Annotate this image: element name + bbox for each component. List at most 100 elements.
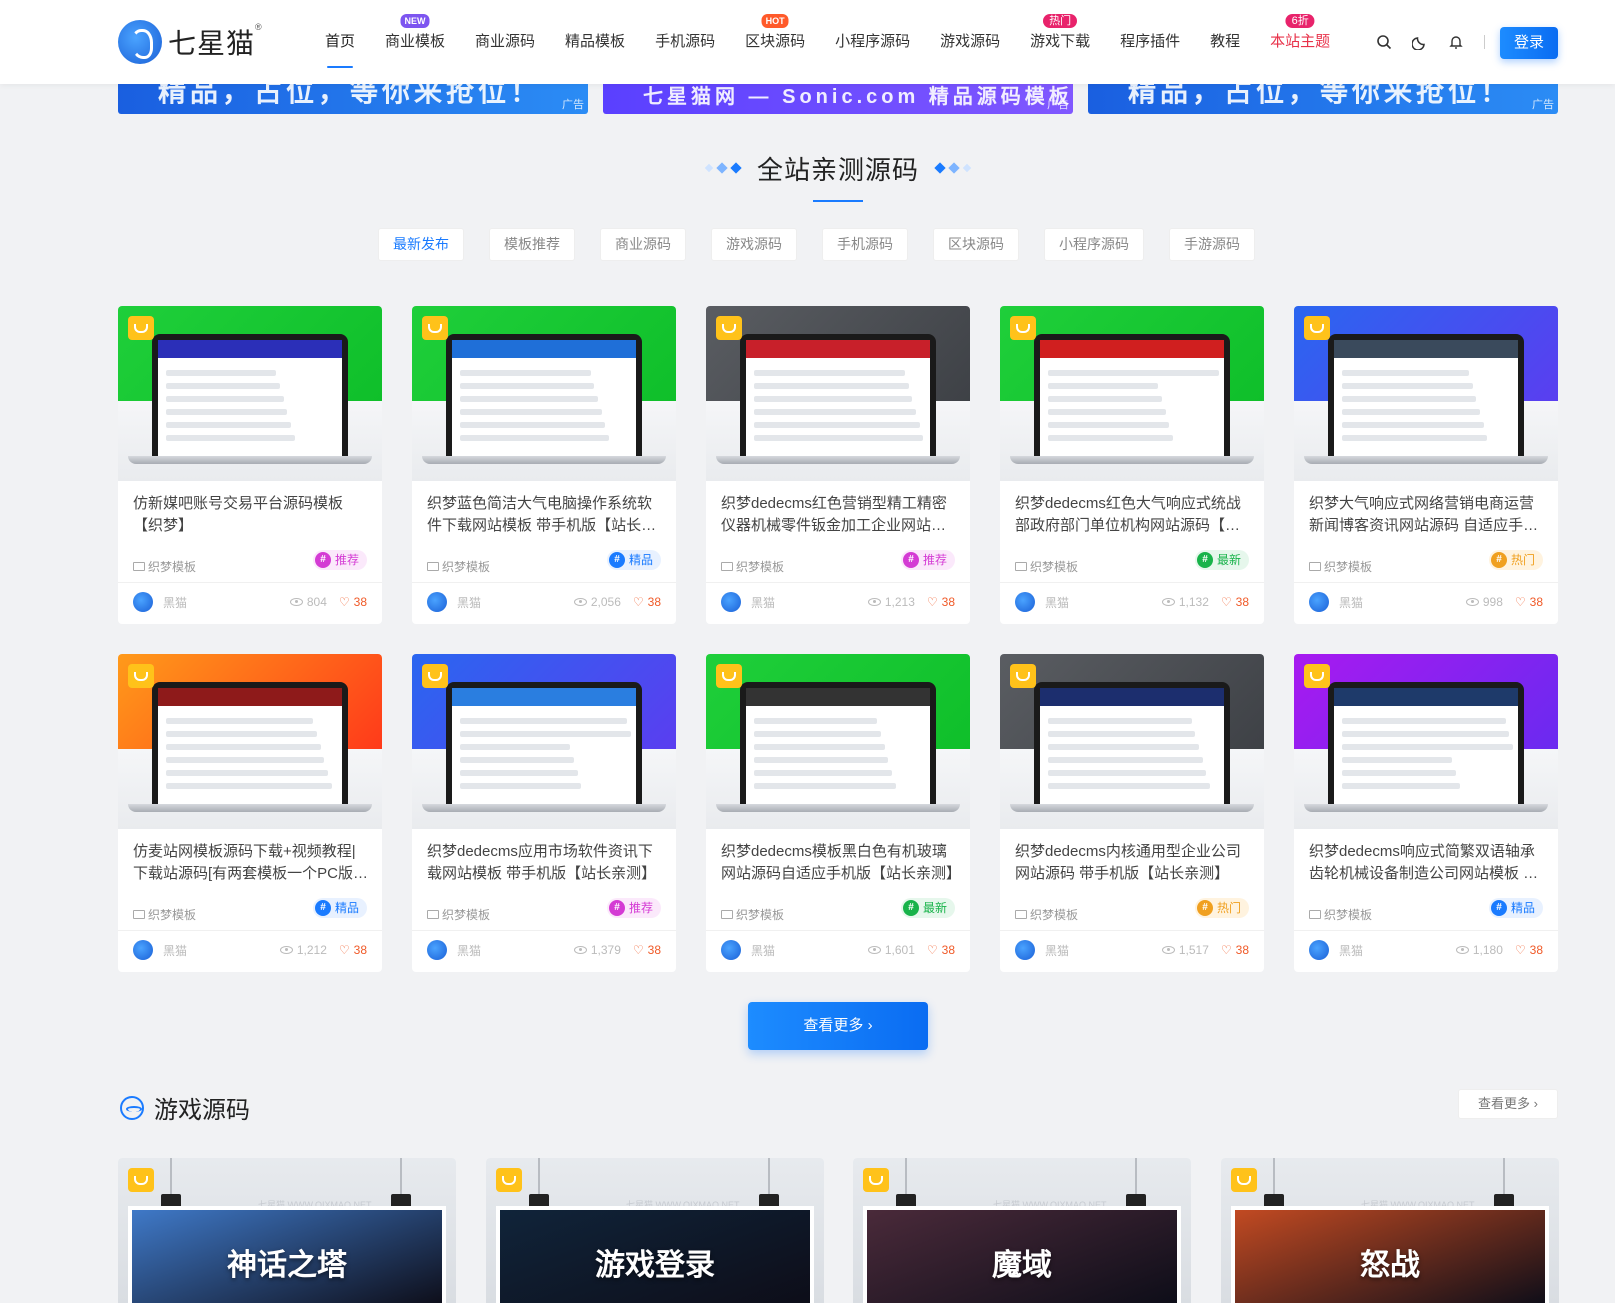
author-avatar[interactable]	[721, 940, 741, 960]
card-category[interactable]: 织梦模板	[721, 906, 784, 923]
resource-card[interactable]: 织梦dedecms红色营销型精工精密仪器机械零件钣金加工企业网站模板织梦模板 #推…	[706, 306, 970, 624]
card-title[interactable]: 仿麦站网模板源码下载+视频教程|下载站源码[有两套模板一个PC版一个手机版]	[133, 841, 369, 885]
login-button[interactable]: 登录	[1500, 27, 1558, 59]
card-thumbnail[interactable]	[412, 654, 676, 829]
card-thumbnail[interactable]	[1294, 654, 1558, 829]
card-tag[interactable]: # 推荐	[900, 550, 955, 570]
card-category[interactable]: 织梦模板	[427, 558, 490, 575]
author-name[interactable]: 黑猫	[1045, 594, 1162, 611]
card-tag[interactable]: # 精品	[1488, 898, 1543, 918]
filter-tab-5[interactable]: 区块源码	[933, 228, 1019, 261]
like-count[interactable]: ♡ 38	[1515, 943, 1543, 957]
nav-item-10[interactable]: 教程	[1210, 0, 1240, 84]
card-category[interactable]: 织梦模板	[721, 558, 784, 575]
filter-tab-4[interactable]: 手机源码	[822, 228, 908, 261]
like-count[interactable]: ♡ 38	[1221, 943, 1249, 957]
like-count[interactable]: ♡ 38	[1221, 595, 1249, 609]
card-category[interactable]: 织梦模板	[427, 906, 490, 923]
filter-tab-6[interactable]: 小程序源码	[1044, 228, 1144, 261]
card-title[interactable]: 织梦dedecms红色大气响应式统战部政府部门单位机构网站源码【站长亲测】	[1015, 493, 1251, 537]
game-card[interactable]: 七星猫 WWW.QIXMAO.NET 神话之塔	[118, 1158, 456, 1303]
author-avatar[interactable]	[1309, 940, 1329, 960]
author-name[interactable]: 黑猫	[457, 942, 574, 959]
card-category[interactable]: 织梦模板	[133, 906, 196, 923]
like-count[interactable]: ♡ 38	[927, 595, 955, 609]
card-category[interactable]: 织梦模板	[1309, 558, 1372, 575]
card-category[interactable]: 织梦模板	[1015, 906, 1078, 923]
game-poster[interactable]: 神话之塔	[128, 1206, 446, 1303]
nav-item-2[interactable]: 商业源码	[475, 0, 535, 84]
filter-tab-2[interactable]: 商业源码	[600, 228, 686, 261]
like-count[interactable]: ♡ 38	[633, 595, 661, 609]
card-title[interactable]: 织梦dedecms内核通用型企业公司网站源码 带手机版【站长亲测】	[1015, 841, 1251, 885]
resource-card[interactable]: 织梦蓝色简洁大气电脑操作系统软件下载网站模板 带手机版【站长亲测】织梦模板 #精品…	[412, 306, 676, 624]
resource-card[interactable]: 仿新媒吧账号交易平台源码模板【织梦】 织梦模板 # 推荐 黑猫 804 ♡ 38	[118, 306, 382, 624]
nav-item-1[interactable]: 商业模板 NEW	[385, 0, 445, 84]
nav-item-6[interactable]: 小程序源码	[835, 0, 910, 84]
resource-card[interactable]: 织梦dedecms响应式简繁双语轴承齿轮机械设备制造公司网站模板 自适应手机版织…	[1294, 654, 1558, 972]
card-thumbnail[interactable]	[118, 306, 382, 481]
like-count[interactable]: ♡ 38	[1515, 595, 1543, 609]
nav-item-8[interactable]: 游戏下载 热门	[1030, 0, 1090, 84]
load-more-button[interactable]: 查看更多 ›	[748, 1002, 928, 1050]
ad-banner-1[interactable]: 精品，占位，等你来抢位！ 广告	[118, 84, 588, 114]
author-avatar[interactable]	[133, 940, 153, 960]
card-tag[interactable]: # 推荐	[606, 898, 661, 918]
author-avatar[interactable]	[427, 940, 447, 960]
filter-tab-0[interactable]: 最新发布	[378, 228, 464, 261]
card-tag[interactable]: # 推荐	[312, 550, 367, 570]
like-count[interactable]: ♡ 38	[339, 943, 367, 957]
card-tag[interactable]: # 最新	[900, 898, 955, 918]
card-thumbnail[interactable]	[412, 306, 676, 481]
card-title[interactable]: 织梦dedecms红色营销型精工精密仪器机械零件钣金加工企业网站模板	[721, 493, 957, 537]
author-name[interactable]: 黑猫	[1339, 942, 1456, 959]
author-name[interactable]: 黑猫	[1339, 594, 1466, 611]
card-thumbnail[interactable]	[706, 654, 970, 829]
nav-item-7[interactable]: 游戏源码	[940, 0, 1000, 84]
game-poster[interactable]: 魔域	[863, 1206, 1181, 1303]
card-tag[interactable]: # 精品	[312, 898, 367, 918]
search-icon[interactable]	[1372, 30, 1396, 54]
resource-card[interactable]: 织梦dedecms模板黑白色有机玻璃网站源码自适应手机版【站长亲测】织梦模板 # 最…	[706, 654, 970, 972]
filter-tab-1[interactable]: 模板推荐	[489, 228, 575, 261]
game-card[interactable]: 七星猫 WWW.QIXMAO.NET 魔域	[853, 1158, 1191, 1303]
card-category[interactable]: 织梦模板	[133, 558, 196, 575]
game-more-button[interactable]: 查看更多 ›	[1458, 1089, 1558, 1119]
nav-item-0[interactable]: 首页	[325, 0, 355, 84]
bell-icon[interactable]	[1444, 30, 1468, 54]
author-name[interactable]: 黑猫	[751, 594, 868, 611]
card-tag[interactable]: # 热门	[1488, 550, 1543, 570]
filter-tab-3[interactable]: 游戏源码	[711, 228, 797, 261]
nav-item-11[interactable]: 本站主题 6折	[1270, 0, 1330, 84]
author-avatar[interactable]	[721, 592, 741, 612]
resource-card[interactable]: 织梦dedecms内核通用型企业公司网站源码 带手机版【站长亲测】织梦模板 # 热门…	[1000, 654, 1264, 972]
moon-icon[interactable]	[1408, 30, 1432, 54]
nav-item-3[interactable]: 精品模板	[565, 0, 625, 84]
ad-banner-3[interactable]: 精品，占位，等你来抢位！ 广告	[1088, 84, 1558, 114]
author-name[interactable]: 黑猫	[163, 942, 280, 959]
site-logo[interactable]: 七星猫®	[118, 20, 263, 64]
author-avatar[interactable]	[427, 592, 447, 612]
ad-banner-2[interactable]: 七星猫网 — Sonic.com 精品源码模板 广告	[603, 84, 1073, 114]
author-avatar[interactable]	[1015, 940, 1035, 960]
author-name[interactable]: 黑猫	[163, 594, 290, 611]
card-tag[interactable]: # 精品	[606, 550, 661, 570]
card-thumbnail[interactable]	[1000, 306, 1264, 481]
card-tag[interactable]: # 热门	[1194, 898, 1249, 918]
game-card[interactable]: 七星猫 WWW.QIXMAO.NET 怒战	[1221, 1158, 1559, 1303]
card-thumbnail[interactable]	[1000, 654, 1264, 829]
card-thumbnail[interactable]	[706, 306, 970, 481]
game-poster[interactable]: 怒战	[1231, 1206, 1549, 1303]
card-title[interactable]: 织梦dedecms模板黑白色有机玻璃网站源码自适应手机版【站长亲测】	[721, 841, 957, 885]
resource-card[interactable]: 仿麦站网模板源码下载+视频教程|下载站源码[有两套模板一个PC版一个手机版] 织梦…	[118, 654, 382, 972]
resource-card[interactable]: 织梦dedecms红色大气响应式统战部政府部门单位机构网站源码【站长亲测】织梦模…	[1000, 306, 1264, 624]
card-title[interactable]: 织梦蓝色简洁大气电脑操作系统软件下载网站模板 带手机版【站长亲测】	[427, 493, 663, 537]
like-count[interactable]: ♡ 38	[633, 943, 661, 957]
card-title[interactable]: 织梦dedecms响应式简繁双语轴承齿轮机械设备制造公司网站模板 自适应手机版	[1309, 841, 1545, 885]
card-tag[interactable]: # 最新	[1194, 550, 1249, 570]
author-avatar[interactable]	[133, 592, 153, 612]
card-thumbnail[interactable]	[118, 654, 382, 829]
like-count[interactable]: ♡ 38	[339, 595, 367, 609]
filter-tab-7[interactable]: 手游源码	[1169, 228, 1255, 261]
author-avatar[interactable]	[1309, 592, 1329, 612]
